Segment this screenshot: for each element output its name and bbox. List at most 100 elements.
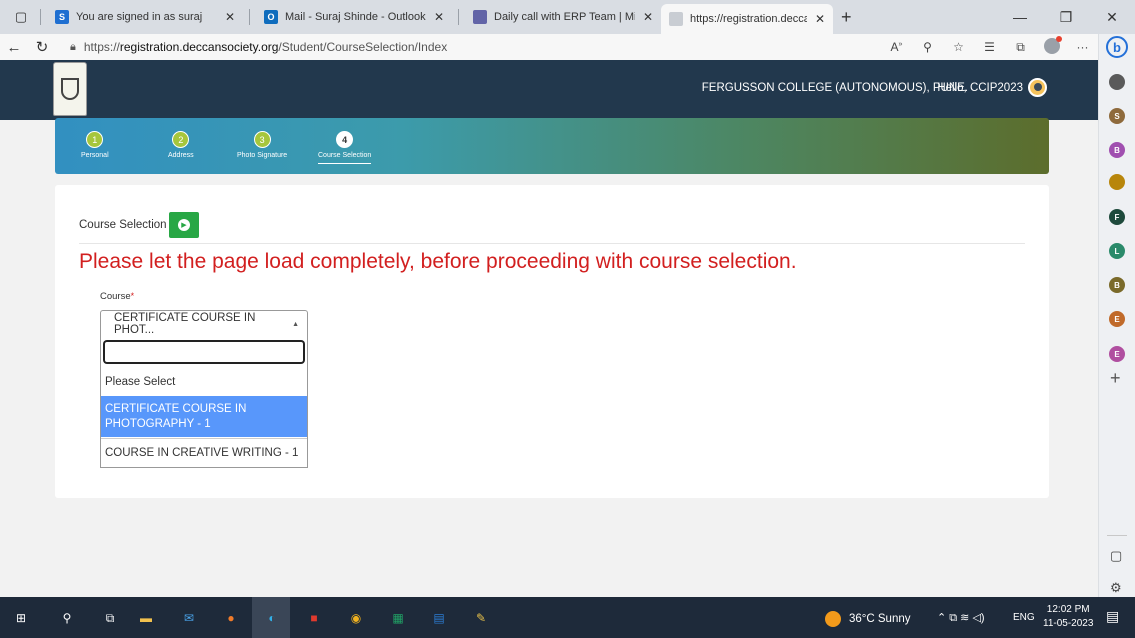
- college-logo: [53, 62, 87, 116]
- back-arrow-icon[interactable]: ←: [0, 39, 28, 56]
- add-sidebar-item-icon[interactable]: +: [1110, 368, 1121, 389]
- site-header: FERGUSSON COLLEGE (AUTONOMOUS), PUNE. He…: [0, 60, 1098, 120]
- settings-gear-icon[interactable]: ⚙: [1110, 580, 1122, 596]
- browser-tab-active[interactable]: https://registration.deccansociety ✕: [661, 4, 833, 34]
- zoom-icon[interactable]: ⚲: [912, 40, 943, 54]
- collections-icon[interactable]: ⧉: [1005, 40, 1036, 55]
- edge-icon[interactable]: ◐: [263, 609, 281, 627]
- course-select-value: CERTIFICATE COURSE IN PHOT...: [114, 312, 256, 336]
- tab-separator: [458, 9, 459, 25]
- step-label: Address: [168, 152, 194, 159]
- tab-favicon-icon: S: [55, 10, 69, 24]
- refresh-icon[interactable]: ↻: [28, 38, 56, 56]
- user-avatar-icon[interactable]: [1028, 78, 1047, 97]
- step-label: Personal: [81, 152, 109, 159]
- more-menu-icon[interactable]: ···: [1067, 40, 1098, 54]
- course-selection-card: Course Selection ▶ Please let the page l…: [55, 185, 1049, 498]
- url-host: registration.deccansociety.org: [119, 40, 279, 54]
- required-marker: *: [130, 291, 135, 301]
- step-label: Course Selection: [318, 152, 372, 164]
- dropdown-search-input[interactable]: [104, 341, 304, 363]
- favorites-list-icon[interactable]: ☰: [974, 40, 1005, 54]
- new-tab-button[interactable]: +: [841, 7, 852, 28]
- step-number: 4: [336, 131, 354, 148]
- sidebar-app-icon[interactable]: [1109, 74, 1125, 90]
- word-icon[interactable]: ▤: [430, 609, 448, 627]
- sidebar-app-icon[interactable]: S: [1109, 108, 1125, 124]
- close-tab-icon[interactable]: ✕: [815, 12, 825, 26]
- notifications-icon[interactable]: ▤: [1106, 608, 1119, 625]
- tab-title: https://registration.deccansociety: [690, 13, 807, 25]
- warning-message: Please let the page load completely, bef…: [79, 250, 797, 273]
- outlook-icon: O: [264, 10, 278, 24]
- favorite-star-icon[interactable]: ☆: [943, 40, 974, 54]
- system-tray-icons[interactable]: ⌃ ⧉ ≋ ◁): [937, 611, 985, 625]
- firefox-icon[interactable]: ●: [222, 609, 240, 627]
- section-title: Course Selection: [79, 219, 167, 231]
- step-number: 3: [253, 131, 271, 148]
- step-number: 1: [86, 131, 104, 148]
- window-controls: — ❐ ✕: [997, 0, 1135, 34]
- caret-up-icon: ▲: [292, 320, 299, 328]
- clock-date: 11-05-2023: [1043, 618, 1094, 629]
- course-select[interactable]: CERTIFICATE COURSE IN PHOT... ▲: [100, 310, 308, 338]
- tab-title: You are signed in as suraj: [76, 11, 203, 23]
- step-photo-signature[interactable]: 3 Photo Signature: [237, 131, 287, 159]
- lock-icon: 🔒︎: [70, 40, 76, 53]
- acrobat-icon[interactable]: ■: [305, 609, 323, 627]
- course-dropdown: Please Select CERTIFICATE COURSE IN PHOT…: [100, 337, 308, 468]
- play-icon: ▶: [178, 219, 190, 231]
- section-divider: [79, 243, 1025, 244]
- option-certificate-photography[interactable]: CERTIFICATE COURSE IN PHOTOGRAPHY - 1: [101, 396, 307, 437]
- sidebar-app-icon[interactable]: E: [1109, 311, 1125, 327]
- course-field-label: Course*: [100, 291, 134, 302]
- sidebar-app-icon[interactable]: B: [1109, 142, 1125, 158]
- sidebar-app-icon[interactable]: L: [1109, 243, 1125, 259]
- step-address[interactable]: 2 Address: [168, 131, 194, 159]
- sidebar-app-icon[interactable]: B: [1109, 277, 1125, 293]
- browser-tab[interactable]: Daily call with ERP Team | Micros ✕: [465, 4, 661, 30]
- sidebar-app-icon[interactable]: F: [1109, 209, 1125, 225]
- weather-widget[interactable]: 36°C Sunny: [825, 611, 911, 627]
- option-please-select[interactable]: Please Select: [101, 370, 307, 394]
- close-tab-icon[interactable]: ✕: [434, 10, 444, 24]
- step-label: Photo Signature: [237, 152, 288, 159]
- mail-icon[interactable]: ✉: [180, 609, 198, 627]
- file-explorer-icon[interactable]: ▬: [137, 609, 155, 627]
- play-video-button[interactable]: ▶: [169, 212, 199, 238]
- address-bar-row: ← ↻ 🔒︎ https://registration.deccansociet…: [0, 34, 1098, 60]
- paint-icon[interactable]: ✎: [472, 609, 490, 627]
- browser-tab-strip: ▢ S You are signed in as suraj ✕ O Mail …: [0, 0, 1135, 34]
- tab-separator: [249, 9, 250, 25]
- browser-tab[interactable]: O Mail - Suraj Shinde - Outlook ✕: [256, 4, 452, 30]
- hide-sidebar-icon[interactable]: ▢: [1110, 548, 1122, 564]
- sidebar-app-icon[interactable]: [1109, 174, 1125, 190]
- read-aloud-icon[interactable]: A»: [881, 40, 912, 54]
- taskbar-clock[interactable]: 12:02 PM 11-05-2023: [1043, 603, 1093, 631]
- option-creative-writing[interactable]: COURSE IN CREATIVE WRITING - 1: [101, 438, 307, 466]
- close-tab-icon[interactable]: ✕: [643, 10, 653, 24]
- sidebar-divider: [1107, 535, 1127, 536]
- task-view-icon[interactable]: ⧉: [101, 609, 119, 627]
- step-course-selection[interactable]: 4 Course Selection: [318, 131, 372, 164]
- excel-icon[interactable]: ▦: [389, 609, 407, 627]
- browser-tab[interactable]: S You are signed in as suraj ✕: [47, 4, 243, 30]
- close-tab-icon[interactable]: ✕: [225, 10, 235, 24]
- clock-time: 12:02 PM: [1046, 604, 1090, 615]
- close-window-icon[interactable]: ✕: [1089, 9, 1135, 26]
- profile-icon[interactable]: [1036, 35, 1067, 57]
- windows-taskbar: ⊞ ⚲ ⧉ ▬ ✉ ● ◐ ■ ◉ ▦ ▤ ✎ 36°C Sunny ⌃ ⧉ ≋…: [0, 597, 1135, 638]
- bing-icon[interactable]: b: [1106, 36, 1128, 58]
- minimize-icon[interactable]: —: [997, 9, 1043, 25]
- chrome-icon[interactable]: ◉: [347, 609, 365, 627]
- language-indicator[interactable]: ENG: [1013, 612, 1035, 623]
- user-greeting[interactable]: Hello, CCIP2023: [937, 82, 1023, 94]
- tab-actions-icon[interactable]: ▢: [8, 4, 34, 30]
- step-personal[interactable]: 1 Personal: [81, 131, 109, 159]
- restore-icon[interactable]: ❐: [1043, 9, 1089, 26]
- search-icon[interactable]: ⚲: [58, 609, 76, 627]
- url-field[interactable]: 🔒︎ https://registration.deccansociety.or…: [70, 40, 447, 54]
- step-number: 2: [172, 131, 190, 148]
- sidebar-app-icon[interactable]: E: [1109, 346, 1125, 362]
- windows-start-icon[interactable]: ⊞: [12, 609, 30, 627]
